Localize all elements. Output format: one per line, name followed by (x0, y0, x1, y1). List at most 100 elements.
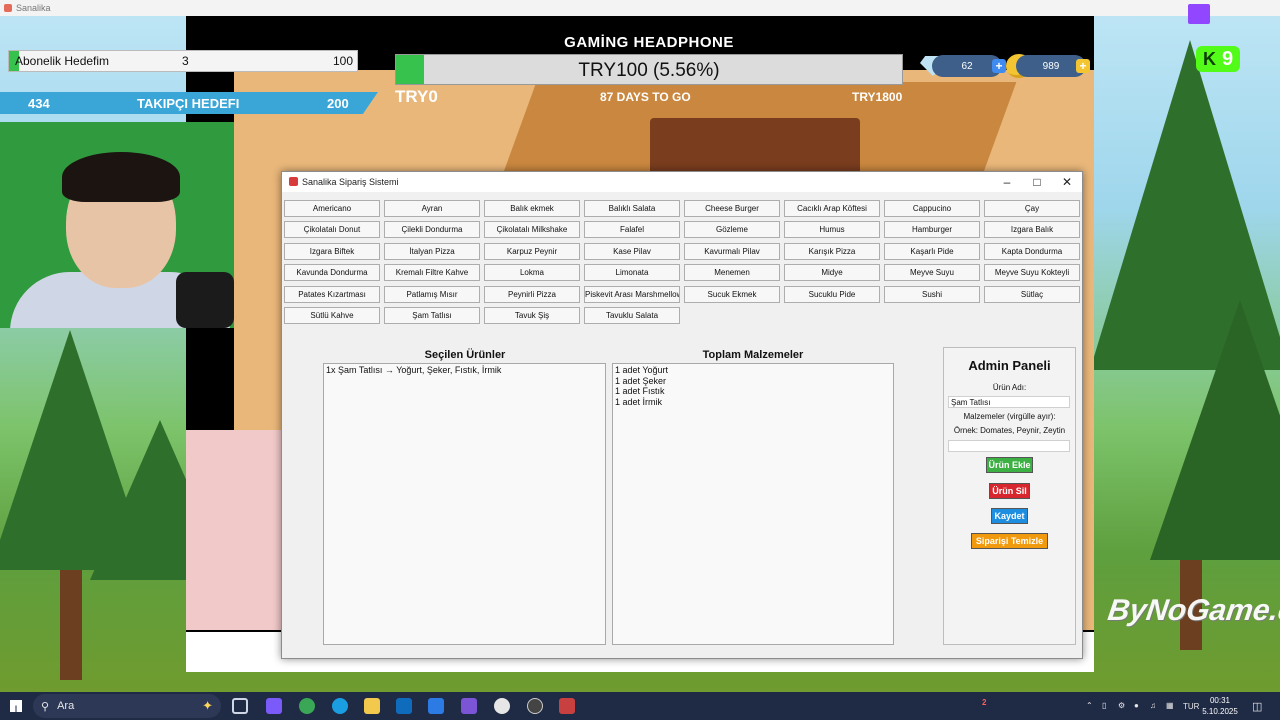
product-button[interactable]: Kremalı Filtre Kahve (384, 264, 480, 281)
product-button[interactable]: Şam Tatlısı (384, 307, 480, 324)
admin-panel-title: Admin Paneli (968, 358, 1051, 373)
add-gems-icon[interactable]: + (992, 59, 1006, 73)
taskbar-search[interactable]: ⚲ Ara ✦ (33, 694, 221, 718)
product-button[interactable]: Karpuz Peynir (484, 243, 580, 260)
clock-time: 00:31 (1209, 696, 1231, 705)
product-button[interactable]: Izgara Balık (984, 221, 1080, 238)
product-button[interactable]: Meyve Suyu (884, 264, 980, 281)
delete-product-button[interactable]: Ürün Sil (989, 483, 1030, 499)
product-button[interactable]: Piskevit Arası Marshmellow (584, 286, 680, 303)
follower-goal-label: TAKIPÇI HEDEFI (137, 95, 240, 111)
product-button[interactable]: Çikolatalı Milkshake (484, 221, 580, 238)
store-icon[interactable] (428, 698, 444, 714)
messenger-icon[interactable] (494, 698, 510, 714)
product-button[interactable]: Sütlü Kahve (284, 307, 380, 324)
product-button[interactable]: Izgara Biftek (284, 243, 380, 260)
product-button[interactable]: Humus (784, 221, 880, 238)
task-view-icon[interactable] (232, 698, 248, 714)
follower-goal-max: 200 (327, 95, 349, 111)
product-button[interactable]: Cacıklı Arap Köftesi (784, 200, 880, 217)
close-icon[interactable]: ✕ (1052, 172, 1082, 192)
clock[interactable]: 00:31 5.10.2025 (1198, 695, 1242, 717)
product-button[interactable]: Sushi (884, 286, 980, 303)
clear-order-button[interactable]: Siparişi Temizle (971, 533, 1048, 549)
product-button[interactable]: Kapta Dondurma (984, 243, 1080, 260)
copilot-icon[interactable] (266, 698, 282, 714)
product-button[interactable]: Kavurmalı Pilav (684, 243, 780, 260)
product-button[interactable]: Tavuklu Salata (584, 307, 680, 324)
volume-icon[interactable]: ♫ (1150, 701, 1156, 710)
window-app-icon (289, 177, 298, 186)
product-name-input[interactable] (948, 396, 1070, 408)
edge-icon[interactable] (332, 698, 348, 714)
product-button[interactable]: Meyve Suyu Kokteyli (984, 264, 1080, 281)
product-button[interactable]: Americano (284, 200, 380, 217)
product-button[interactable]: Ayran (384, 200, 480, 217)
coin-count: 989 (1042, 60, 1060, 72)
product-button[interactable]: Limonata (584, 264, 680, 281)
chrome-icon[interactable] (299, 698, 315, 714)
product-button[interactable]: Balıklı Salata (584, 200, 680, 217)
product-button[interactable]: Cheese Burger (684, 200, 780, 217)
follower-goal: 434 TAKIPÇI HEDEFI 200 (0, 92, 378, 114)
microphone (176, 272, 234, 328)
product-button[interactable]: Sucuklu Pide (784, 286, 880, 303)
file-explorer-icon[interactable] (364, 698, 380, 714)
subscription-goal-current: 3 (182, 54, 189, 68)
add-coins-icon[interactable]: + (1076, 59, 1090, 73)
discord-icon[interactable] (461, 698, 477, 714)
selected-products-heading: Seçilen Ürünler (424, 349, 506, 361)
obs-icon[interactable] (527, 698, 543, 714)
product-button[interactable]: Çay (984, 200, 1080, 217)
product-button[interactable]: Karışık Pizza (784, 243, 880, 260)
product-button[interactable]: Falafel (584, 221, 680, 238)
donation-progress-bar: TRY100 (5.56%) (395, 54, 903, 85)
product-button[interactable]: Sütlaç (984, 286, 1080, 303)
ingredient-item: 1 adet İrmik (615, 396, 663, 407)
save-button[interactable]: Kaydet (991, 508, 1028, 524)
windows-start-icon[interactable] (10, 700, 22, 712)
os-window-title: Sanalika (16, 3, 51, 13)
product-button[interactable]: Çikolatalı Donut (284, 221, 380, 238)
product-button[interactable]: Kavunda Dondurma (284, 264, 380, 281)
product-button[interactable]: Midye (784, 264, 880, 281)
product-button[interactable]: Balık ekmek (484, 200, 580, 217)
product-button[interactable]: Gözleme (684, 221, 780, 238)
product-button[interactable]: Kaşarlı Pide (884, 243, 980, 260)
search-placeholder: Ara (57, 700, 75, 712)
product-button[interactable]: Menemen (684, 264, 780, 281)
product-button[interactable]: Sucuk Ekmek (684, 286, 780, 303)
network-icon[interactable]: ▦ (1166, 701, 1174, 710)
add-product-button[interactable]: Ürün Ekle (986, 457, 1033, 473)
notifications-icon[interactable]: ◫ (1252, 700, 1262, 713)
product-button[interactable]: Kase Pilav (584, 243, 680, 260)
product-button[interactable]: Hamburger (884, 221, 980, 238)
selected-products-list[interactable]: 1x Şam Tatlısı → Yoğurt, Şeker, Fıstık, … (323, 363, 606, 645)
order-app-taskbar-icon[interactable] (559, 698, 575, 714)
twitch-icon[interactable] (1188, 4, 1210, 24)
selected-product-item[interactable]: 1x Şam Tatlısı → Yoğurt, Şeker, Fıstık, … (326, 365, 603, 376)
product-button[interactable]: Patlamış Mısır (384, 286, 480, 303)
admin-panel: Admin Paneli Ürün Adı: Malzemeler (virgü… (943, 347, 1076, 645)
product-button[interactable]: Çilekli Dondurma (384, 221, 480, 238)
product-button[interactable]: Patates Kızartması (284, 286, 380, 303)
window-title: Sanalika Sipariş Sistemi (302, 177, 399, 187)
product-button[interactable]: Tavuk Şiş (484, 307, 580, 324)
tray-chevron-icon[interactable]: ⌃ (1086, 701, 1093, 710)
donation-progress-text: TRY100 (5.56%) (578, 60, 720, 81)
ingredients-input[interactable] (948, 440, 1070, 452)
language-indicator[interactable]: TUR (1183, 702, 1199, 711)
watermark: ByNoGame.com (1105, 594, 1280, 627)
os-titlebar: Sanalika (0, 0, 1280, 16)
product-button[interactable]: Peynirli Pizza (484, 286, 580, 303)
outlook-icon[interactable] (396, 698, 412, 714)
maximize-icon[interactable]: □ (1022, 172, 1052, 192)
days-to-go-label: 87 DAYS TO GO (600, 90, 691, 104)
product-button[interactable]: Cappucino (884, 200, 980, 217)
donation-min-label: TRY0 (395, 87, 438, 106)
total-ingredients-list[interactable]: 1 adet Yoğurt 1 adet Şeker 1 adet Fıstık… (612, 363, 894, 645)
minimize-icon[interactable]: – (992, 172, 1022, 192)
tree (1150, 300, 1280, 560)
product-button[interactable]: İtalyan Pizza (384, 243, 480, 260)
product-button[interactable]: Lokma (484, 264, 580, 281)
